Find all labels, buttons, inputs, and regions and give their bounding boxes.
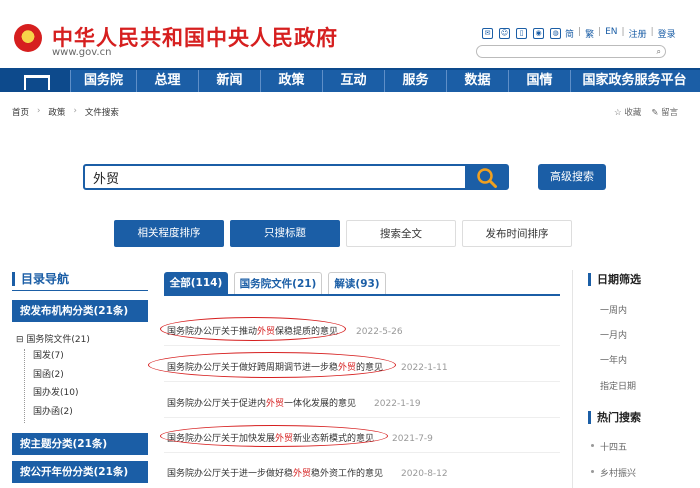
sort-relevance-button[interactable]: 相关程度排序 — [114, 220, 224, 247]
tree-item-guobanfa[interactable]: 国办发(10) — [33, 386, 90, 405]
result-item[interactable]: 国务院办公厅关于进一步做好稳外贸稳外资工作的意见 2020-8-12 — [167, 466, 448, 479]
result-item[interactable]: 国务院办公厅关于做好跨周期调节进一步稳外贸的意见 2022-1-11 — [167, 360, 448, 373]
wechat-icon[interactable]: ◍ — [550, 28, 561, 39]
message-button[interactable]: ✎ 留言 — [651, 106, 678, 118]
tab-state-council-docs[interactable]: 国务院文件(21) — [234, 272, 322, 294]
chevron-right-icon: › — [37, 106, 41, 116]
tab-all[interactable]: 全部(114) — [164, 272, 228, 294]
home-gate-icon[interactable] — [0, 70, 70, 92]
date-filter-year[interactable]: 一年内 — [600, 353, 627, 366]
result-separator — [164, 381, 560, 382]
site-url: www.gov.cn — [52, 47, 112, 58]
favorite-button[interactable]: ☆ 收藏 — [614, 106, 641, 118]
search-box — [83, 164, 509, 190]
agency-tree: ⊟ 国务院文件(21) 国发(7) 国函(2) 国办发(10) 国办函(2) — [16, 332, 90, 423]
date-filter-month[interactable]: 一月内 — [600, 328, 627, 341]
link-login[interactable]: 登录 — [658, 27, 676, 40]
sort-date-button[interactable]: 发布时间排序 — [462, 220, 572, 247]
mobile-icon[interactable]: ▯ — [516, 28, 527, 39]
collapse-icon[interactable]: ⊟ — [16, 335, 24, 345]
result-separator — [164, 417, 560, 418]
nav-item-news[interactable]: 新闻 — [198, 70, 260, 92]
mail-icon[interactable]: ✉ — [482, 28, 493, 39]
hot-search-title: 热门搜索 — [588, 409, 641, 425]
search-icon — [477, 168, 497, 188]
chat-icon[interactable]: ☺ — [499, 28, 510, 39]
tree-root[interactable]: ⊟ 国务院文件(21) — [16, 332, 90, 345]
nav-item-service[interactable]: 服务 — [384, 70, 446, 92]
tree-item-guofa[interactable]: 国发(7) — [33, 349, 90, 368]
site-header: 中华人民共和国中央人民政府 www.gov.cn ✉ ☺ ▯ ◉ ◍ 简| 繁|… — [0, 0, 700, 68]
tree-item-guobanhan[interactable]: 国办函(2) — [33, 405, 90, 424]
sidebar-section-topic[interactable]: 按主题分类(21条) — [12, 433, 148, 455]
result-item[interactable]: 国务院办公厅关于促进内外贸一体化发展的意见 2022-1-19 — [167, 396, 421, 409]
date-filter-title: 日期筛选 — [588, 271, 641, 287]
share-icons: ✉ ☺ ▯ ◉ ◍ — [482, 28, 561, 39]
sidebar-divider — [12, 290, 148, 291]
tree-children: 国发(7) 国函(2) 国办发(10) 国办函(2) — [24, 349, 90, 423]
breadcrumb-file-search: 文件搜索 — [84, 108, 119, 118]
main-nav: 国务院 总理 新闻 政策 互动 服务 数据 国情 国家政务服务平台 — [0, 68, 700, 92]
bullet-icon — [591, 444, 594, 447]
title-only-button[interactable]: 只搜标题 — [230, 220, 340, 247]
bullet-icon — [591, 470, 594, 473]
national-emblem-icon[interactable] — [14, 24, 42, 52]
star-icon: ☆ — [614, 108, 622, 118]
breadcrumb-home[interactable]: 首页 — [12, 106, 29, 118]
nav-item-data[interactable]: 数据 — [446, 70, 508, 92]
sidebar-section-year[interactable]: 按公开年份分类(21条) — [12, 461, 148, 483]
right-divider — [572, 270, 573, 488]
weibo-icon[interactable]: ◉ — [533, 28, 544, 39]
nav-item-premier[interactable]: 总理 — [136, 70, 198, 92]
page-tools: ☆ 收藏 ✎ 留言 — [614, 106, 678, 118]
tab-underline — [164, 294, 560, 296]
nav-item-national-info[interactable]: 国情 — [508, 70, 570, 92]
hot-search-item[interactable]: 乡村振兴 — [600, 466, 636, 479]
top-links: 简 | 繁 | EN | 注册 | 登录 — [565, 27, 676, 40]
hot-search-item[interactable]: 十四五 — [600, 440, 627, 453]
top-search-input[interactable]: ⌕ — [476, 45, 666, 58]
nav-item-state-council[interactable]: 国务院 — [70, 70, 136, 92]
sidebar-title: 目录导航 — [12, 270, 69, 287]
link-simplified[interactable]: 简 — [565, 27, 574, 40]
fulltext-search-button[interactable]: 搜索全文 — [346, 220, 456, 247]
nav-item-policy[interactable]: 政策 — [260, 70, 322, 92]
link-traditional[interactable]: 繁 — [585, 27, 594, 40]
result-separator — [164, 345, 560, 346]
search-input[interactable] — [85, 166, 465, 188]
tab-interpretation[interactable]: 解读(93) — [328, 272, 386, 294]
list-icon — [12, 271, 15, 286]
link-english[interactable]: EN — [605, 27, 617, 40]
tree-item-guohan[interactable]: 国函(2) — [33, 368, 90, 387]
breadcrumb-policy[interactable]: 政策 — [48, 106, 65, 118]
nav-item-interaction[interactable]: 互动 — [322, 70, 384, 92]
search-icon[interactable]: ⌕ — [657, 47, 661, 57]
search-button[interactable] — [465, 166, 507, 188]
date-filter-week[interactable]: 一周内 — [600, 303, 627, 316]
date-filter-custom[interactable]: 指定日期 — [600, 379, 636, 392]
pen-icon: ✎ — [651, 108, 659, 118]
advanced-search-button[interactable]: 高级搜索 — [538, 164, 606, 190]
chevron-right-icon: › — [73, 106, 77, 116]
result-item[interactable]: 国务院办公厅关于推动外贸保稳提质的意见 2022-5-26 — [167, 324, 403, 337]
link-register[interactable]: 注册 — [629, 27, 647, 40]
breadcrumb: 首页 › 政策 › 文件搜索 — [12, 106, 119, 118]
result-item[interactable]: 国务院办公厅关于加快发展外贸新业态新模式的意见 2021-7-9 — [167, 431, 433, 444]
nav-item-service-platform[interactable]: 国家政务服务平台 — [570, 70, 698, 92]
result-separator — [164, 452, 560, 453]
sidebar-section-agency[interactable]: 按发布机构分类(21条) — [12, 300, 148, 322]
